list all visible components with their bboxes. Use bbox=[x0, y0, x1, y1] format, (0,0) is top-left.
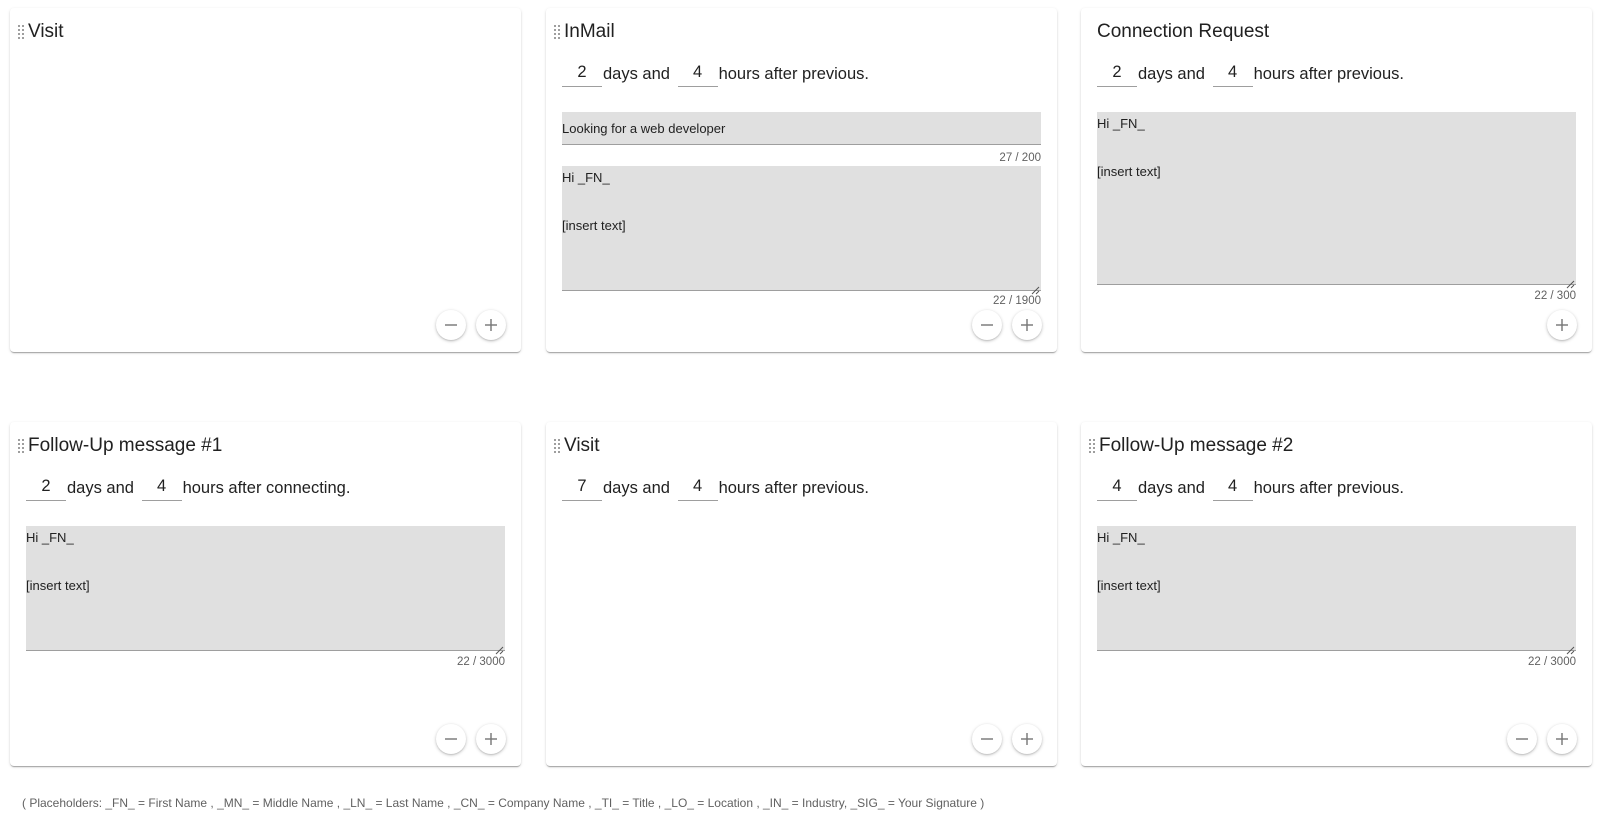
days-input[interactable] bbox=[1097, 475, 1137, 501]
hours-label: hours after connecting. bbox=[182, 478, 351, 497]
step-card-follow-up-1: Follow-Up message #1 days and hours afte… bbox=[10, 422, 521, 766]
subject-char-counter: 27 / 200 bbox=[999, 152, 1041, 164]
hours-label: hours after previous. bbox=[1253, 64, 1404, 83]
message-field-wrap: Hi _FN_ [insert text] bbox=[1097, 526, 1576, 656]
card-header: Follow-Up message #2 bbox=[1085, 434, 1293, 458]
message-field-wrap: Hi _FN_ [insert text] bbox=[1097, 112, 1576, 290]
minus-icon bbox=[445, 738, 457, 740]
add-step-button[interactable] bbox=[1547, 724, 1577, 754]
days-label: days and bbox=[1138, 478, 1205, 497]
message-field-wrap: Hi _FN_ [insert text] bbox=[562, 166, 1041, 296]
card-title: Follow-Up message #1 bbox=[28, 435, 223, 456]
message-textarea[interactable]: Hi _FN_ [insert text] bbox=[1097, 526, 1576, 651]
delay-row: days and hours after previous. bbox=[562, 474, 870, 502]
message-textarea[interactable]: Hi _FN_ [insert text] bbox=[1097, 112, 1576, 285]
card-header: Visit bbox=[550, 434, 600, 458]
days-input[interactable] bbox=[562, 61, 602, 87]
hours-input[interactable] bbox=[677, 61, 718, 87]
message-textarea[interactable]: Hi _FN_ [insert text] bbox=[26, 526, 505, 651]
remove-step-button[interactable] bbox=[972, 310, 1002, 340]
message-textarea[interactable]: Hi _FN_ [insert text] bbox=[562, 166, 1041, 291]
card-title: Follow-Up message #2 bbox=[1099, 435, 1294, 456]
card-header: Follow-Up message #1 bbox=[14, 434, 222, 458]
minus-icon bbox=[1516, 738, 1528, 740]
hours-label: hours after previous. bbox=[718, 478, 869, 497]
delay-row: days and hours after connecting. bbox=[26, 474, 351, 502]
days-input[interactable] bbox=[1097, 61, 1137, 87]
plus-icon bbox=[1556, 319, 1568, 331]
add-step-button[interactable] bbox=[1547, 310, 1577, 340]
days-label: days and bbox=[603, 478, 670, 497]
hours-label: hours after previous. bbox=[718, 64, 869, 83]
days-input[interactable] bbox=[26, 475, 66, 501]
drag-handle-icon[interactable] bbox=[1085, 437, 1099, 455]
add-step-button[interactable] bbox=[1012, 724, 1042, 754]
hours-input[interactable] bbox=[141, 475, 182, 501]
card-title: Connection Request bbox=[1097, 21, 1270, 42]
remove-step-button[interactable] bbox=[972, 724, 1002, 754]
card-title: Visit bbox=[28, 21, 64, 42]
resize-grip-icon[interactable] bbox=[1565, 645, 1575, 655]
step-card-inmail: InMail days and hours after previous. 27… bbox=[546, 8, 1057, 352]
hours-input[interactable] bbox=[1212, 61, 1253, 87]
resize-grip-icon[interactable] bbox=[494, 645, 504, 655]
plus-icon bbox=[1556, 733, 1568, 745]
remove-step-button[interactable] bbox=[1507, 724, 1537, 754]
message-char-counter: 22 / 1900 bbox=[993, 295, 1041, 307]
step-card-follow-up-2: Follow-Up message #2 days and hours afte… bbox=[1081, 422, 1592, 766]
delay-row: days and hours after previous. bbox=[1097, 60, 1405, 88]
minus-icon bbox=[445, 324, 457, 326]
subject-input[interactable] bbox=[562, 112, 1041, 145]
hours-label: hours after previous. bbox=[1253, 478, 1404, 497]
plus-icon bbox=[1021, 319, 1033, 331]
plus-icon bbox=[485, 733, 497, 745]
card-header: Visit bbox=[14, 20, 64, 44]
message-field-wrap: Hi _FN_ [insert text] bbox=[26, 526, 505, 656]
drag-handle-icon[interactable] bbox=[14, 437, 28, 455]
card-title: Visit bbox=[564, 435, 600, 456]
drag-handle-icon[interactable] bbox=[550, 437, 564, 455]
drag-handle-icon[interactable] bbox=[14, 23, 28, 41]
plus-icon bbox=[1021, 733, 1033, 745]
card-header: Connection Request bbox=[1085, 20, 1269, 44]
step-card-visit-1: Visit bbox=[10, 8, 521, 352]
message-char-counter: 22 / 300 bbox=[1534, 290, 1576, 302]
days-label: days and bbox=[603, 64, 670, 83]
add-step-button[interactable] bbox=[476, 310, 506, 340]
resize-grip-icon[interactable] bbox=[1565, 279, 1575, 289]
placeholders-legend: ( Placeholders: _FN_ = First Name , _MN_… bbox=[22, 796, 985, 810]
step-card-connection-request: Connection Request days and hours after … bbox=[1081, 8, 1592, 352]
card-title: InMail bbox=[564, 21, 615, 42]
delay-row: days and hours after previous. bbox=[1097, 474, 1405, 502]
hours-input[interactable] bbox=[677, 475, 718, 501]
message-char-counter: 22 / 3000 bbox=[1528, 656, 1576, 668]
days-label: days and bbox=[1138, 64, 1205, 83]
hours-input[interactable] bbox=[1212, 475, 1253, 501]
message-char-counter: 22 / 3000 bbox=[457, 656, 505, 668]
plus-icon bbox=[485, 319, 497, 331]
resize-grip-icon[interactable] bbox=[1030, 285, 1040, 295]
remove-step-button[interactable] bbox=[436, 724, 466, 754]
drag-handle-icon[interactable] bbox=[550, 23, 564, 41]
minus-icon bbox=[981, 324, 993, 326]
days-input[interactable] bbox=[562, 475, 602, 501]
add-step-button[interactable] bbox=[1012, 310, 1042, 340]
step-card-visit-2: Visit days and hours after previous. bbox=[546, 422, 1057, 766]
days-label: days and bbox=[67, 478, 134, 497]
delay-row: days and hours after previous. bbox=[562, 60, 870, 88]
add-step-button[interactable] bbox=[476, 724, 506, 754]
card-header: InMail bbox=[550, 20, 615, 44]
minus-icon bbox=[981, 738, 993, 740]
remove-step-button[interactable] bbox=[436, 310, 466, 340]
